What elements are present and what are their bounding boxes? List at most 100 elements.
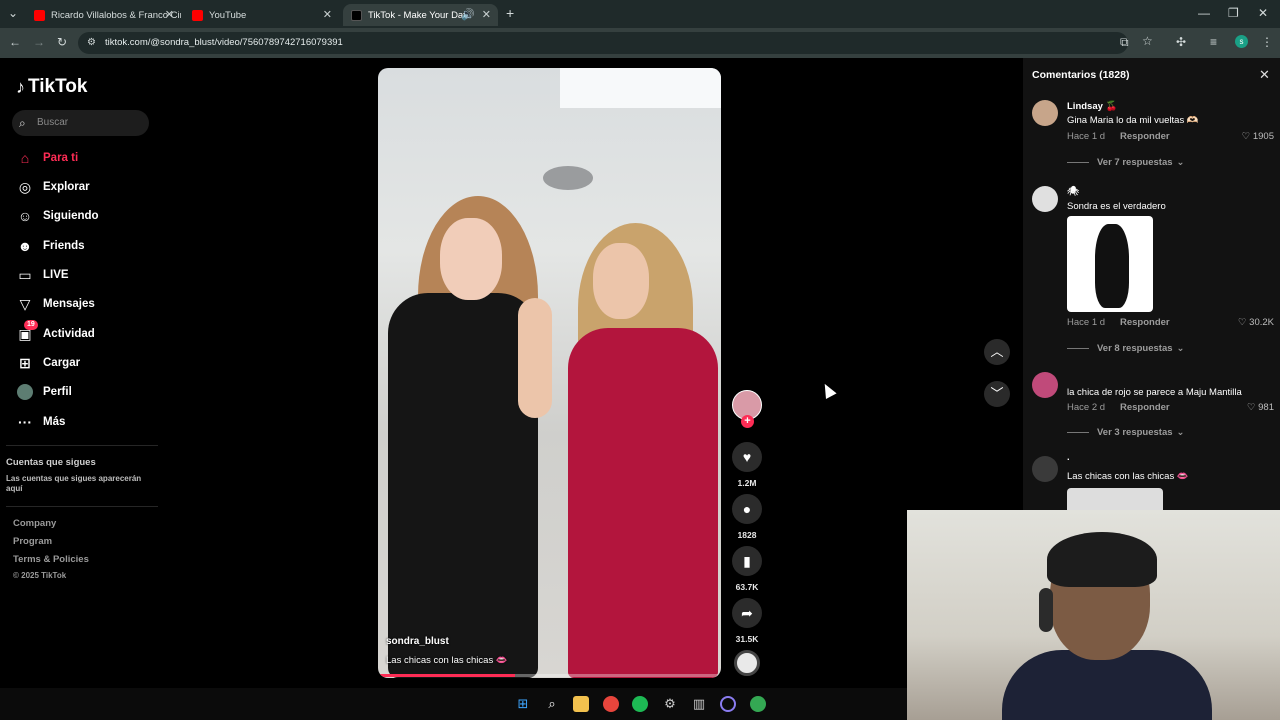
- site-info-icon[interactable]: ⚙: [87, 32, 96, 54]
- menu-icon[interactable]: ⋮: [1261, 35, 1273, 49]
- view-replies-label: Ver 3 respuestas: [1097, 427, 1173, 438]
- windows-start-icon[interactable]: ⊞: [515, 696, 531, 712]
- back-icon[interactable]: ←: [9, 35, 21, 49]
- close-window-icon[interactable]: ✕: [1258, 6, 1268, 20]
- friends-icon: ☻: [17, 238, 33, 254]
- file-explorer-icon[interactable]: [573, 696, 589, 712]
- video-scene-lamp: [543, 166, 593, 190]
- view-replies-button[interactable]: Ver 3 respuestas ⌄: [1067, 427, 1185, 438]
- tab-tiktok[interactable]: TikTok - Make Your Day 🔊 ✕: [343, 4, 498, 26]
- avatar[interactable]: [1032, 372, 1058, 398]
- close-icon[interactable]: ✕: [482, 8, 491, 21]
- close-icon[interactable]: ✕: [323, 8, 332, 21]
- spotify-icon[interactable]: [632, 696, 648, 712]
- avatar[interactable]: [1032, 456, 1058, 482]
- reply-button[interactable]: Responder: [1120, 317, 1170, 328]
- chevron-down-icon: ⌄: [1176, 157, 1185, 168]
- comment-image[interactable]: [1067, 216, 1153, 312]
- avatar[interactable]: [1032, 186, 1058, 212]
- close-icon[interactable]: ✕: [1259, 67, 1270, 83]
- sidebar-item-mas[interactable]: ··· Más: [16, 413, 65, 431]
- video-scene-arm: [518, 298, 552, 418]
- bookmark-icon[interactable]: ▮: [732, 546, 762, 576]
- profile-avatar-icon[interactable]: s: [1235, 35, 1248, 48]
- comment-text: Gina Maria lo da mil vueltas 🫶🏻: [1067, 115, 1199, 126]
- comment-count: 1828: [737, 530, 757, 540]
- view-replies-label: Ver 7 respuestas: [1097, 157, 1173, 168]
- sidebar-item-label: Cargar: [43, 357, 81, 369]
- search-input[interactable]: ⌕ Buscar: [12, 110, 149, 136]
- comment-icon[interactable]: ●: [732, 494, 762, 524]
- footer-copyright: © 2025 TikTok: [13, 571, 67, 580]
- heart-icon[interactable]: ♥: [732, 442, 762, 472]
- bookmark-star-icon[interactable]: ☆: [1142, 34, 1153, 48]
- sidebar-item-mensajes[interactable]: ▽ Mensajes: [16, 295, 95, 313]
- app-circle-icon[interactable]: [720, 696, 736, 712]
- forward-icon[interactable]: →: [33, 35, 45, 49]
- comment-author[interactable]: .: [1067, 452, 1070, 463]
- sidebar-item-para-ti[interactable]: ⌂ Para ti: [16, 149, 78, 167]
- music-disc-icon[interactable]: [734, 650, 760, 676]
- chrome-icon[interactable]: [603, 696, 619, 712]
- follow-plus-icon[interactable]: +: [741, 415, 754, 428]
- share-icon[interactable]: ➦: [732, 598, 762, 628]
- comment-likes[interactable]: ♡ 30.2K: [1238, 317, 1274, 328]
- sidebar-item-actividad[interactable]: ▣ 19 Actividad: [16, 320, 95, 343]
- comment-author[interactable]: 🕷: [1067, 186, 1079, 197]
- messages-icon: ▽: [19, 295, 31, 312]
- app-icon[interactable]: ▥: [691, 696, 707, 712]
- comment-time: Hace 1 d: [1067, 317, 1106, 328]
- tab-ricardo[interactable]: Ricardo Villalobos & Franco Cin ✕: [26, 4, 181, 26]
- new-tab-icon[interactable]: +: [506, 5, 514, 21]
- sidebar-item-live[interactable]: ▭ LIVE: [16, 266, 68, 284]
- video-username[interactable]: sondra_blust: [386, 636, 449, 647]
- comment-likes[interactable]: ♡ 1905: [1242, 131, 1274, 142]
- divider: [1067, 162, 1089, 163]
- view-replies-button[interactable]: Ver 7 respuestas ⌄: [1067, 157, 1185, 168]
- avatar[interactable]: [1032, 100, 1058, 126]
- reply-button[interactable]: Responder: [1120, 402, 1170, 413]
- maximize-icon[interactable]: ❐: [1228, 6, 1239, 20]
- video-progress-bar[interactable]: [378, 674, 721, 677]
- media-icon[interactable]: ≡: [1210, 35, 1217, 49]
- sidebar-item-explorar[interactable]: ◎ Explorar: [16, 178, 90, 196]
- tab-youtube[interactable]: YouTube ✕: [184, 4, 339, 26]
- footer-terms-link[interactable]: Terms & Policies: [13, 554, 89, 565]
- tab-search-icon[interactable]: ⌄: [8, 6, 18, 20]
- profile-icon: [16, 383, 34, 401]
- like-action[interactable]: ♥ 1.2M: [732, 442, 762, 488]
- share-action[interactable]: ➦ 31.5K: [732, 598, 762, 644]
- comment-like-count: 981: [1258, 402, 1274, 413]
- reload-icon[interactable]: ↻: [57, 35, 67, 49]
- steam-icon[interactable]: ⚙: [662, 696, 678, 712]
- install-icon[interactable]: ⧉: [1120, 35, 1129, 50]
- close-icon[interactable]: ✕: [165, 8, 174, 21]
- comments-panel: Comentarios (1828) ✕ Lindsay 🍒 Gina Mari…: [1023, 58, 1280, 510]
- chrome-active-icon[interactable]: [750, 696, 766, 712]
- url-field[interactable]: ⚙ tiktok.com/@sondra_blust/video/7560789…: [78, 32, 1128, 54]
- footer-company-link[interactable]: Company: [13, 518, 56, 529]
- comment-image[interactable]: [1067, 488, 1163, 510]
- previous-video-button[interactable]: ︿: [984, 339, 1010, 365]
- sidebar-item-label: Mensajes: [43, 298, 95, 310]
- reply-button[interactable]: Responder: [1120, 131, 1170, 142]
- sidebar-item-siguiendo[interactable]: ☺ Siguiendo: [16, 207, 99, 225]
- sidebar-item-friends[interactable]: ☻ Friends: [16, 237, 85, 255]
- next-video-button[interactable]: ﹀: [984, 381, 1010, 407]
- comment-action[interactable]: ● 1828: [732, 494, 762, 540]
- video-player[interactable]: sondra_blust Las chicas con las chicas 👄: [378, 68, 721, 678]
- search-icon[interactable]: ⌕: [544, 696, 560, 712]
- tiktok-logo[interactable]: ♪ TikTok: [16, 76, 87, 98]
- audio-icon[interactable]: 🔊: [461, 8, 475, 21]
- following-icon: ☺: [17, 208, 33, 224]
- extensions-icon[interactable]: ✣: [1176, 35, 1186, 49]
- comment-likes[interactable]: ♡ 981: [1247, 402, 1274, 413]
- footer-program-link[interactable]: Program: [13, 536, 52, 547]
- comment-like-count: 30.2K: [1249, 317, 1274, 328]
- minimize-icon[interactable]: —: [1198, 6, 1210, 20]
- save-action[interactable]: ▮ 63.7K: [732, 546, 762, 592]
- view-replies-button[interactable]: Ver 8 respuestas ⌄: [1067, 343, 1185, 354]
- comment-author[interactable]: Lindsay 🍒: [1067, 101, 1117, 112]
- sidebar-item-cargar[interactable]: ⊞ Cargar: [16, 354, 80, 372]
- sidebar-item-perfil[interactable]: Perfil: [16, 383, 72, 401]
